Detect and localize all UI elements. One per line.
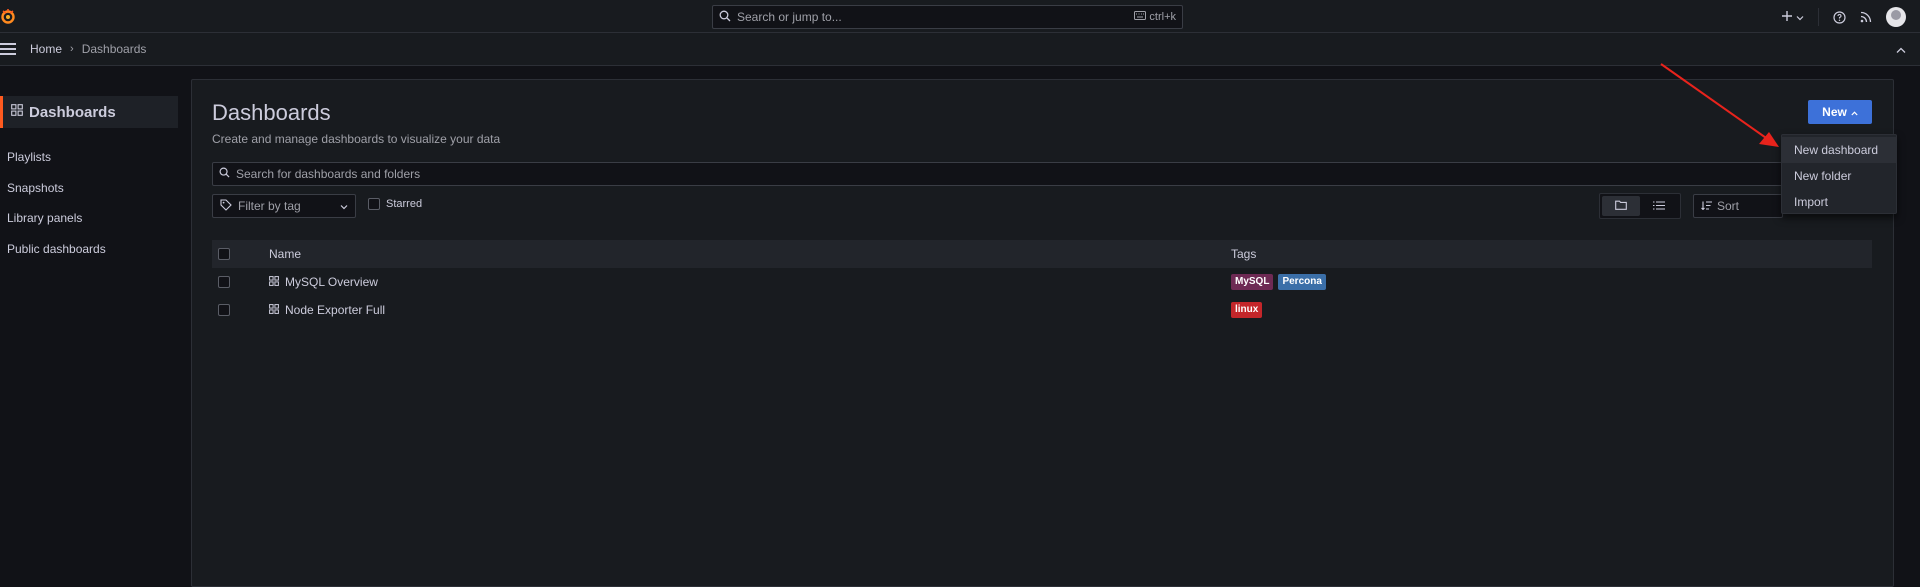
avatar[interactable] <box>1886 7 1906 27</box>
dashboard-search-placeholder: Search for dashboards and folders <box>236 167 421 181</box>
new-button-label: New <box>1822 105 1847 119</box>
starred-filter[interactable]: Starred <box>368 198 422 210</box>
menu-item-new-dashboard[interactable]: New dashboard <box>1782 137 1896 163</box>
list-icon <box>1653 197 1665 215</box>
breadcrumb-bar: Home › Dashboards <box>0 33 1920 66</box>
page-subtitle: Create and manage dashboards to visualiz… <box>212 132 501 146</box>
table-row[interactable]: Node Exporter Full linux <box>212 296 1872 324</box>
breadcrumb: Home › Dashboards <box>30 42 146 56</box>
sidebar-item-playlists[interactable]: Playlists <box>7 150 51 164</box>
annotation-arrow-icon <box>1660 63 1779 147</box>
chevron-down-icon <box>1796 10 1804 24</box>
column-header-tags: Tags <box>1231 247 1257 261</box>
tag-filter-placeholder: Filter by tag <box>238 199 301 213</box>
list-view-button[interactable] <box>1640 196 1678 216</box>
tag-badge[interactable]: Percona <box>1278 274 1326 290</box>
dashboard-icon <box>269 303 279 317</box>
grafana-logo-icon[interactable] <box>0 7 16 25</box>
menu-icon[interactable] <box>0 43 16 55</box>
global-search-input[interactable]: Search or jump to... ctrl+k <box>712 5 1183 29</box>
starred-label: Starred <box>386 198 423 210</box>
row-tags: MySQL Percona <box>1231 274 1326 290</box>
keyboard-icon <box>1134 11 1147 23</box>
dashboard-name[interactable]: Node Exporter Full <box>285 303 385 317</box>
page-title: Dashboards <box>212 100 331 125</box>
chevron-down-icon <box>340 199 348 213</box>
tag-badge[interactable]: linux <box>1231 302 1263 318</box>
sidebar-item-public-dashboards[interactable]: Public dashboards <box>7 242 106 256</box>
table-header: Name Tags <box>212 240 1872 268</box>
tag-filter-select[interactable]: Filter by tag <box>212 194 356 218</box>
search-icon <box>719 10 731 25</box>
sidebar-item-library-panels[interactable]: Library panels <box>7 211 82 225</box>
menu-item-new-folder[interactable]: New folder <box>1782 163 1896 189</box>
new-button[interactable]: New <box>1808 100 1872 124</box>
sort-label: Sort <box>1717 199 1740 213</box>
sort-icon <box>1701 199 1712 213</box>
breadcrumb-current: Dashboards <box>81 42 147 56</box>
divider <box>1818 8 1819 26</box>
row-checkbox[interactable] <box>218 304 230 316</box>
chevron-up-icon <box>1851 105 1858 119</box>
menu-item-import[interactable]: Import <box>1782 189 1896 215</box>
main-panel: Dashboards Create and manage dashboards … <box>191 79 1894 587</box>
table-row[interactable]: MySQL Overview MySQL Percona <box>212 268 1872 296</box>
starred-checkbox[interactable] <box>368 198 380 210</box>
view-toggle <box>1599 193 1681 219</box>
chevron-up-icon[interactable] <box>1896 43 1906 57</box>
sort-select[interactable]: Sort <box>1693 194 1783 218</box>
plus-icon <box>1781 10 1793 25</box>
chevron-right-icon: › <box>70 43 74 55</box>
folder-view-button[interactable] <box>1602 196 1640 216</box>
sidebar-item-snapshots[interactable]: Snapshots <box>7 181 64 195</box>
help-icon[interactable] <box>1833 10 1846 24</box>
breadcrumb-home[interactable]: Home <box>30 42 62 56</box>
dashboard-name[interactable]: MySQL Overview <box>285 275 378 289</box>
folder-icon <box>1615 197 1627 215</box>
column-header-name[interactable]: Name <box>269 247 1231 261</box>
new-menu: New dashboard New folder Import <box>1781 134 1897 214</box>
sidebar-title: Dashboards <box>29 103 116 121</box>
search-icon <box>219 167 230 181</box>
top-bar: Search or jump to... ctrl+k <box>0 0 1920 33</box>
select-all-checkbox[interactable] <box>218 248 230 260</box>
search-shortcut: ctrl+k <box>1134 11 1176 23</box>
tag-icon <box>220 198 232 214</box>
row-tags: linux <box>1231 302 1263 318</box>
apps-icon <box>11 103 23 121</box>
add-new-button[interactable] <box>1781 10 1804 25</box>
global-search-placeholder: Search or jump to... <box>737 10 842 24</box>
top-actions <box>1781 6 1906 28</box>
search-shortcut-label: ctrl+k <box>1149 11 1176 23</box>
sidebar-item-dashboards[interactable]: Dashboards <box>0 96 178 128</box>
dashboard-icon <box>269 275 279 289</box>
dashboard-search-input[interactable]: Search for dashboards and folders <box>212 162 1892 186</box>
sidebar: Dashboards Playlists Snapshots Library p… <box>0 66 185 587</box>
tag-badge[interactable]: MySQL <box>1231 274 1274 290</box>
news-icon[interactable] <box>1860 11 1872 23</box>
row-checkbox[interactable] <box>218 276 230 288</box>
